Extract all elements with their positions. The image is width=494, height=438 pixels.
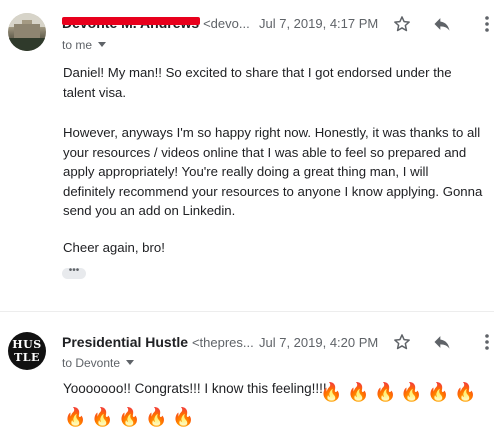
show-trimmed-content-button[interactable]: ••• — [62, 266, 86, 279]
reply-icon[interactable] — [432, 14, 452, 34]
recipient-line[interactable]: to Devonte — [62, 356, 135, 370]
message-divider — [0, 311, 494, 312]
star-icon[interactable] — [392, 14, 412, 34]
fire-emoji: 🔥 — [320, 382, 343, 402]
more-vert-icon[interactable] — [482, 14, 492, 34]
fire-emoji: 🔥 — [400, 382, 423, 402]
message-paragraph: However, anyways I'm so happy right now.… — [63, 125, 483, 218]
chevron-down-icon[interactable] — [98, 42, 107, 47]
sender-email: <thepres... — [191, 335, 254, 350]
star-icon[interactable] — [392, 332, 412, 352]
message-date: Jul 7, 2019, 4:17 PM — [259, 16, 379, 31]
sender-line: Presidential Hustle <thepres... — [62, 334, 254, 350]
fire-emoji: 🔥 — [145, 407, 168, 427]
message-body: Yooooooo!! Congrats!!! I know this feeli… — [63, 381, 327, 396]
avatar-logo-line: TLE — [14, 351, 40, 364]
more-vert-icon[interactable] — [482, 332, 492, 352]
message-paragraph: Daniel! My man!! So excited to share tha… — [63, 65, 452, 100]
recipient-text: to me — [62, 38, 93, 52]
fire-emoji: 🔥 — [454, 382, 477, 402]
fire-emoji: 🔥 — [347, 382, 370, 402]
message-paragraph: Cheer again, bro! — [63, 240, 165, 255]
fire-emoji: 🔥 — [374, 382, 397, 402]
recipient-text: to Devonte — [62, 356, 121, 370]
sender-avatar[interactable]: HUS TLE — [8, 332, 46, 370]
redaction-mark — [62, 17, 200, 25]
sender-name[interactable]: Presidential Hustle — [62, 334, 188, 350]
sender-email: <devo... — [203, 16, 250, 31]
fire-emoji: 🔥 — [91, 407, 114, 427]
chevron-down-icon[interactable] — [126, 360, 135, 365]
fire-emoji: 🔥 — [172, 407, 195, 427]
avatar-logo-line: HUS — [12, 338, 42, 351]
fire-emoji: 🔥 — [118, 407, 141, 427]
reply-icon[interactable] — [432, 332, 452, 352]
fire-emoji: 🔥 — [64, 407, 87, 427]
message-date: Jul 7, 2019, 4:20 PM — [259, 335, 379, 350]
fire-emoji: 🔥 — [427, 382, 450, 402]
recipient-line[interactable]: to me — [62, 38, 107, 52]
sender-avatar[interactable] — [8, 13, 46, 51]
